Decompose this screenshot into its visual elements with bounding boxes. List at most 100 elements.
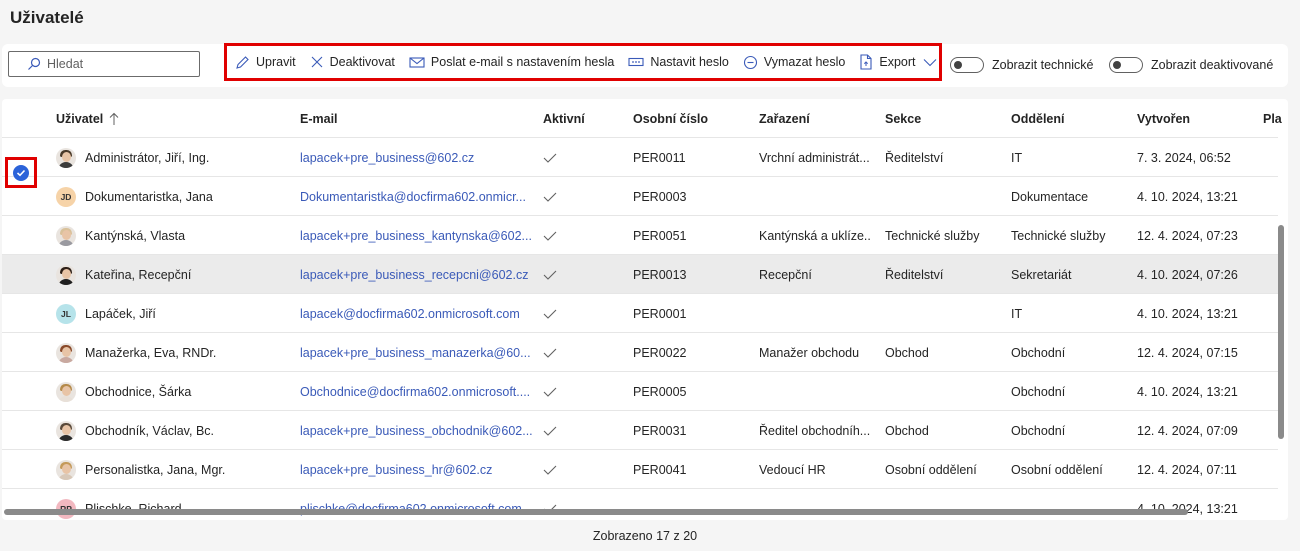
pno-cell: PER0005: [633, 384, 687, 399]
search-box[interactable]: [8, 51, 200, 77]
column-header-created[interactable]: Vytvořen: [1137, 99, 1190, 138]
position-cell: Manažer obchodu: [759, 345, 860, 360]
toggle-technical-label: Zobrazit technické: [992, 58, 1094, 72]
column-header-user[interactable]: Uživatel: [56, 99, 119, 138]
table-row[interactable]: JD Dokumentaristka, Jana Dokumentaristka@d…: [2, 177, 1278, 216]
email-cell[interactable]: lapacek+pre_business@602.cz: [300, 138, 532, 177]
user-cell[interactable]: Kantýnská, Vlasta: [56, 216, 291, 255]
position-cell: [759, 294, 871, 333]
created-cell: 4. 10. 2024, 13:21: [1137, 306, 1238, 321]
section-cell: Ředitelství: [885, 150, 944, 165]
column-header-active[interactable]: Aktivní: [543, 99, 585, 138]
toolbar: Upravit Deaktivovat Poslat e-mail s nast…: [2, 43, 1288, 87]
user-name: Administrátor, Jiří, Ing.: [85, 150, 210, 165]
pno-cell: [633, 489, 748, 520]
position-cell: Recepční: [759, 267, 812, 282]
command-bar: Upravit Deaktivovat Poslat e-mail s nast…: [224, 43, 942, 81]
pno-cell: PER0041: [633, 462, 687, 477]
section-cell: [885, 294, 1000, 333]
column-header-position[interactable]: Zařazení: [759, 99, 810, 138]
user-cell[interactable]: Obchodnice, Šárka: [56, 372, 291, 411]
email-cell[interactable]: lapacek+pre_business_obchodnik@602....: [300, 411, 532, 450]
email-cell[interactable]: lapacek+pre_business_recepcni@602.cz: [300, 255, 532, 294]
deactivate-button[interactable]: Deaktivovat: [310, 55, 395, 69]
email-cell[interactable]: lapacek@docfirma602.onmicrosoft.com: [300, 294, 532, 333]
send-password-email-button[interactable]: Poslat e-mail s nastavením hesla: [409, 55, 614, 69]
toggle-deactivated[interactable]: Zobrazit deaktivované: [1109, 57, 1273, 73]
pno-cell: PER0022: [633, 345, 687, 360]
search-input[interactable]: [47, 57, 187, 71]
set-password-button[interactable]: Nastavit heslo: [628, 55, 729, 69]
department-cell: Sekretariát: [1011, 267, 1072, 282]
horizontal-scrollbar[interactable]: [4, 509, 1188, 515]
email-cell[interactable]: plischke@docfirma602.onmicrosoft.com: [300, 489, 532, 520]
edit-button[interactable]: Upravit: [235, 55, 296, 70]
table-row[interactable]: RPPlischke, Richard plischke@docfirma602.…: [2, 489, 1278, 520]
set-password-label: Nastavit heslo: [650, 55, 729, 69]
email-cell[interactable]: lapacek+pre_business_hr@602.cz: [300, 450, 532, 489]
user-cell[interactable]: JL Lapáček, Jiří: [56, 294, 291, 333]
table-row[interactable]: Obchodník, Václav, Bc. lapacek+pre_busine…: [2, 411, 1278, 450]
pencil-icon: [235, 55, 250, 70]
user-cell[interactable]: Administrátor, Jiří, Ing.: [56, 138, 291, 177]
export-button[interactable]: Export: [859, 54, 936, 70]
created-cell: 12. 4. 2024, 07:09: [1137, 423, 1238, 438]
column-header-email[interactable]: E-mail: [300, 99, 338, 138]
active-cell: [543, 372, 623, 411]
table-row[interactable]: Personalistka, Jana, Mgr. lapacek+pre_bus…: [2, 450, 1278, 489]
column-header-extra[interactable]: Pla: [1263, 99, 1282, 138]
email-cell[interactable]: lapacek+pre_business_manazerka@60...: [300, 333, 532, 372]
column-header-user-label: Uživatel: [56, 111, 104, 126]
user-cell[interactable]: JD Dokumentaristka, Jana: [56, 177, 291, 216]
position-cell: Ředitel obchodníh...: [759, 423, 871, 438]
mail-icon: [409, 55, 425, 69]
active-cell: [543, 177, 623, 216]
toggle-deactivated-switch[interactable]: [1109, 57, 1143, 73]
position-cell: Kantýnská a uklíze...: [759, 228, 871, 243]
avatar: JD: [56, 186, 76, 207]
user-cell[interactable]: RPPlischke, Richard: [56, 489, 291, 520]
department-cell: IT: [1011, 306, 1023, 321]
status-text: Zobrazeno 17 z 20: [592, 529, 698, 543]
pno-cell: PER0031: [633, 423, 687, 438]
vertical-scrollbar[interactable]: [1278, 225, 1284, 439]
email-cell[interactable]: Dokumentaristka@docfirma602.onmicr...: [300, 177, 532, 216]
department-cell: [1011, 489, 1126, 520]
column-header-department[interactable]: Oddělení: [1011, 99, 1064, 138]
email-cell[interactable]: lapacek+pre_business_kantynska@602....: [300, 216, 532, 255]
created-cell: 4. 10. 2024, 07:26: [1137, 267, 1238, 282]
table-row[interactable]: Obchodnice, Šárka Obchodnice@docfirma602.…: [2, 372, 1278, 411]
user-name: Personalistka, Jana, Mgr.: [85, 462, 226, 477]
sort-ascending-icon: [109, 112, 119, 126]
pno-cell: PER0013: [633, 267, 687, 282]
chevron-down-icon: [923, 58, 937, 67]
department-cell: Dokumentace: [1011, 189, 1089, 204]
clear-password-label: Vymazat heslo: [763, 55, 846, 69]
toggle-technical[interactable]: Zobrazit technické: [950, 57, 1093, 73]
table-row[interactable]: Kateřina, Recepční lapacek+pre_business_r…: [2, 255, 1278, 294]
table-row[interactable]: Manažerka, Eva, RNDr. lapacek+pre_busines…: [2, 333, 1278, 372]
table-row[interactable]: JL Lapáček, Jiří lapacek@docfirma602.onmic…: [2, 294, 1278, 333]
table-row[interactable]: Kantýnská, Vlasta lapacek+pre_business_ka…: [2, 216, 1278, 255]
toggle-technical-switch[interactable]: [950, 57, 984, 73]
section-cell: Technické služby: [885, 228, 980, 243]
table-row[interactable]: Administrátor, Jiří, Ing. lapacek+pre_bus…: [2, 138, 1278, 177]
user-cell[interactable]: Kateřina, Recepční: [56, 255, 291, 294]
export-label: Export: [879, 55, 916, 69]
column-header-section[interactable]: Sekce: [885, 99, 921, 138]
position-cell: [759, 489, 871, 520]
clear-password-button[interactable]: Vymazat heslo: [743, 55, 846, 70]
user-cell[interactable]: Obchodník, Václav, Bc.: [56, 411, 291, 450]
row-select-checkbox[interactable]: [5, 157, 37, 188]
avatar: [56, 147, 76, 168]
user-cell[interactable]: Personalistka, Jana, Mgr.: [56, 450, 291, 489]
section-cell: Obchod: [885, 423, 929, 438]
user-name: Lapáček, Jiří: [85, 306, 156, 321]
edit-label: Upravit: [256, 55, 296, 69]
pno-cell: PER0051: [633, 228, 687, 243]
active-cell: [543, 489, 623, 520]
email-cell[interactable]: Obchodnice@docfirma602.onmicrosoft....: [300, 372, 532, 411]
column-header-personal-no[interactable]: Osobní číslo: [633, 99, 708, 138]
section-cell: [885, 489, 1000, 520]
user-cell[interactable]: Manažerka, Eva, RNDr.: [56, 333, 291, 372]
